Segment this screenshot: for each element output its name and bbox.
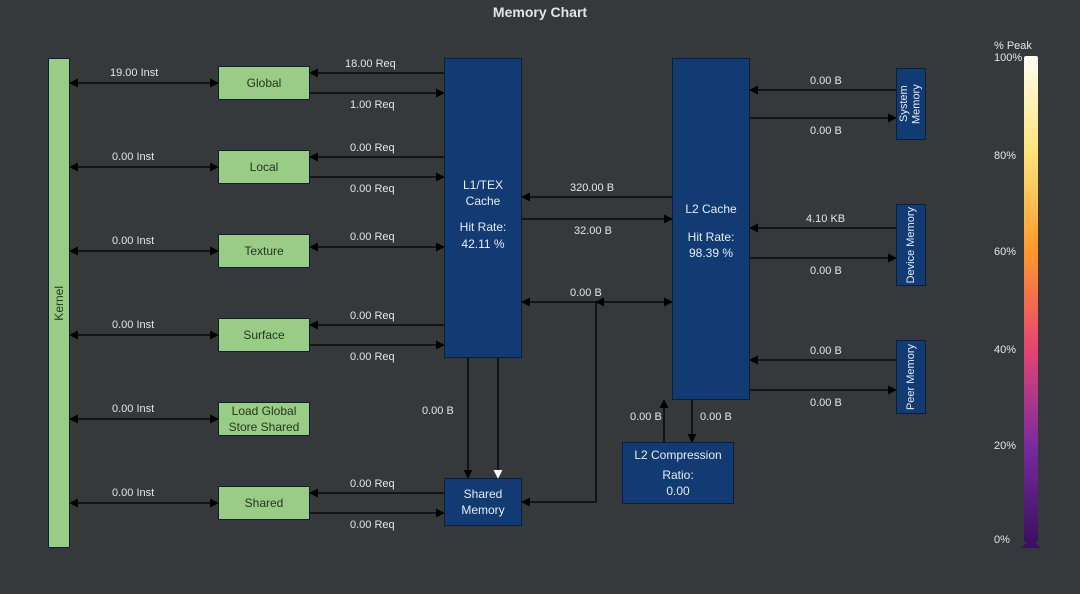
edge-shared-sm-b: 0.00 Req [350, 519, 395, 531]
edge-l2-sys-b: 0.00 B [810, 125, 842, 137]
edge-shared-l2: 0.00 B [570, 287, 602, 299]
kernel-block: Kernel [51, 286, 67, 321]
edge-k-surface: 0.00 Inst [112, 319, 154, 331]
edge-surface-l1-t: 0.00 Req [350, 310, 395, 322]
l2-compression-block: L2 Compression Ratio: 0.00 [622, 442, 734, 504]
l1-cache-block: L1/TEX Cache Hit Rate: 42.11 % [444, 58, 522, 358]
tick-20: 20% [994, 440, 1016, 452]
edge-l2-peer-b: 0.00 B [810, 397, 842, 409]
scale-pointer-icon [1021, 538, 1041, 548]
texture-block: Texture [218, 234, 310, 268]
l2-hitrate: Hit Rate: 98.39 % [688, 229, 735, 261]
edge-local-l1-t: 0.00 Req [350, 142, 395, 154]
l2-name: L2 Cache [685, 201, 736, 217]
scale-bar [1024, 56, 1038, 542]
edge-shared-sm-t: 0.00 Req [350, 478, 395, 490]
l1-hitrate: Hit Rate: 42.11 % [460, 219, 507, 251]
global-block: Global [218, 66, 310, 100]
edge-comp-l: 0.00 B [630, 411, 662, 423]
l1-name: L1/TEX Cache [463, 177, 503, 209]
peak-scale: % Peak 100% 80% 60% 40% 20% 0% [1018, 56, 1066, 546]
shared-block: Shared [218, 486, 310, 520]
edge-surface-l1-b: 0.00 Req [350, 351, 395, 363]
local-block: Local [218, 150, 310, 184]
edge-l1-l2-b: 32.00 B [574, 225, 612, 237]
l2-cache-block: L2 Cache Hit Rate: 98.39 % [672, 58, 750, 400]
tick-40: 40% [994, 344, 1016, 356]
edge-l2-sys-t: 0.00 B [810, 75, 842, 87]
edge-l1-l2-t: 320.00 B [570, 182, 614, 194]
edge-local-l1-b: 0.00 Req [350, 183, 395, 195]
edge-k-lgss: 0.00 Inst [112, 403, 154, 415]
device-memory-block: Device Memory [905, 207, 918, 283]
tick-100: 100% [994, 52, 1022, 64]
edge-comp-r: 0.00 B [700, 411, 732, 423]
edge-l1-shared: 0.00 B [422, 405, 454, 417]
tick-0: 0% [994, 534, 1010, 546]
tick-60: 60% [994, 246, 1016, 258]
l2comp-name: L2 Compression [634, 447, 721, 463]
edge-k-shared: 0.00 Inst [112, 487, 154, 499]
l2comp-ratio: Ratio: 0.00 [662, 467, 693, 499]
edge-texture-l1: 0.00 Req [350, 231, 395, 243]
surface-block: Surface [218, 318, 310, 352]
edge-k-local: 0.00 Inst [112, 151, 154, 163]
system-memory-block: System Memory [898, 69, 923, 139]
shared-memory-block: Shared Memory [444, 478, 522, 526]
edge-k-texture: 0.00 Inst [112, 235, 154, 247]
scale-label: % Peak [994, 40, 1032, 52]
edge-global-l1-b: 1.00 Req [350, 99, 395, 111]
edge-k-global: 19.00 Inst [110, 67, 158, 79]
edge-l2-dev-b: 0.00 B [810, 265, 842, 277]
edge-global-l1-t: 18.00 Req [345, 58, 396, 70]
lgss-block: Load Global Store Shared [218, 402, 310, 436]
edge-l2-dev-t: 4.10 KB [806, 213, 845, 225]
peer-memory-block: Peer Memory [905, 344, 918, 410]
edge-l2-peer-t: 0.00 B [810, 345, 842, 357]
tick-80: 80% [994, 150, 1016, 162]
chart-title: Memory Chart [0, 4, 1080, 20]
